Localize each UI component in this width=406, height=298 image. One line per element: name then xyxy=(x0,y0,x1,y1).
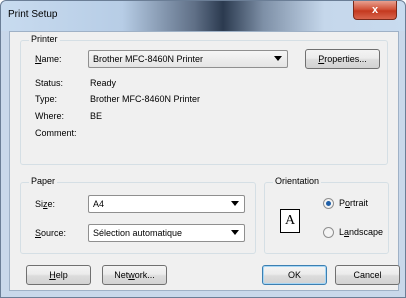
type-value: Brother MFC-8460N Printer xyxy=(90,94,201,104)
landscape-radio[interactable] xyxy=(323,227,334,238)
portrait-label[interactable]: Portrait xyxy=(339,198,368,208)
paper-source-label: Source: xyxy=(35,228,67,238)
where-value: BE xyxy=(90,111,103,121)
ok-button[interactable]: OK xyxy=(262,265,327,285)
type-label: Type: xyxy=(35,94,58,104)
paper-size-value: A4 xyxy=(93,199,105,209)
printer-name-value: Brother MFC-8460N Printer xyxy=(93,54,204,64)
properties-button[interactable]: Properties... xyxy=(305,49,380,69)
window-title: Print Setup xyxy=(8,9,58,20)
paper-group-label: Paper xyxy=(29,176,58,186)
title-bar[interactable]: Print Setup x xyxy=(1,1,405,31)
printer-name-label: Name: xyxy=(35,54,62,64)
orientation-group-label: Orientation xyxy=(273,176,322,186)
print-setup-window: Print Setup x Printer Name: Brother MFC-… xyxy=(0,0,406,298)
chevron-down-icon xyxy=(231,230,239,235)
where-label: Where: xyxy=(35,111,65,121)
paper-source-value: Sélection automatique xyxy=(93,228,183,238)
comment-label: Comment: xyxy=(35,128,77,138)
printer-group-label: Printer xyxy=(29,34,60,44)
help-button[interactable]: Help xyxy=(26,265,91,285)
paper-source-select[interactable]: Sélection automatique xyxy=(88,224,245,242)
status-label: Status: xyxy=(35,78,64,88)
orientation-group: Orientation A Portrait Landscape xyxy=(264,176,389,254)
close-icon: x xyxy=(371,4,379,16)
close-button[interactable]: x xyxy=(353,1,397,20)
paper-group: Paper Size: A4 Source: Sélection automat… xyxy=(20,176,256,254)
chevron-down-icon xyxy=(274,56,282,61)
portrait-radio[interactable] xyxy=(323,198,334,209)
paper-size-label: Size: xyxy=(35,199,56,209)
network-button[interactable]: Network... xyxy=(102,265,167,285)
landscape-label[interactable]: Landscape xyxy=(339,227,383,237)
paper-size-select[interactable]: A4 xyxy=(88,195,245,213)
chevron-down-icon xyxy=(231,201,239,206)
dialog-body: Printer Name: Brother MFC-8460N Printer … xyxy=(9,31,400,291)
portrait-page-icon: A xyxy=(280,209,300,233)
printer-name-select[interactable]: Brother MFC-8460N Printer xyxy=(88,50,288,68)
cancel-button[interactable]: Cancel xyxy=(335,265,400,285)
status-value: Ready xyxy=(90,78,117,88)
printer-group: Printer Name: Brother MFC-8460N Printer … xyxy=(20,34,388,165)
